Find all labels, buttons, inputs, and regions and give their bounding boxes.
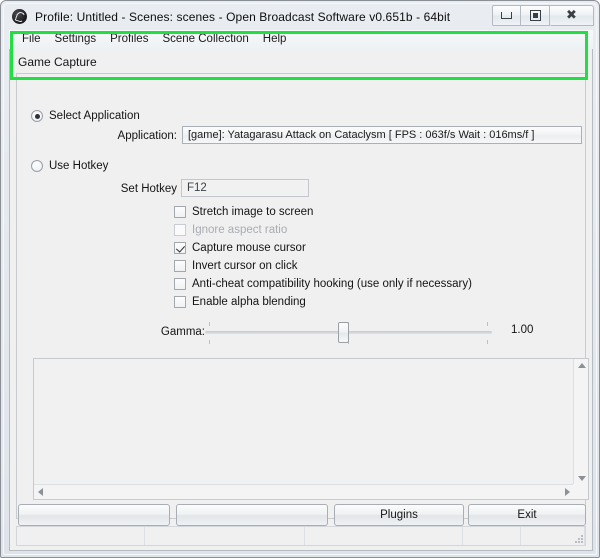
checkbox-invert-cursor-on-click[interactable]: Invert cursor on click xyxy=(174,260,297,272)
menu-item-settings[interactable]: Settings xyxy=(48,31,104,48)
maximize-icon xyxy=(529,10,541,21)
radio-use-hotkey[interactable]: Use Hotkey xyxy=(31,160,108,172)
application-label: Application: xyxy=(117,130,177,142)
title-bar: Profile: Untitled - Scenes: scenes - Ope… xyxy=(5,4,597,29)
window-title: Profile: Untitled - Scenes: scenes - Ope… xyxy=(35,9,451,24)
minimize-button[interactable] xyxy=(492,5,521,26)
resize-grip-icon[interactable] xyxy=(573,533,583,543)
radio-select-application[interactable]: Select Application xyxy=(31,110,140,122)
radio-use-hotkey-label: Use Hotkey xyxy=(49,160,109,172)
close-button[interactable]: ✖ xyxy=(550,5,594,26)
set-hotkey-input[interactable]: F12 xyxy=(181,179,309,197)
footer-button-two[interactable] xyxy=(176,504,328,526)
status-segment xyxy=(463,527,521,545)
checkbox-anti-cheat-compatibility-hooking[interactable]: Anti-cheat compatibility hooking (use on… xyxy=(174,278,472,290)
slider-tick xyxy=(487,340,488,344)
checkbox-label: Stretch image to screen xyxy=(192,206,314,218)
radio-select-application-label: Select Application xyxy=(49,110,140,122)
minimize-icon xyxy=(501,12,512,19)
checkbox-enable-alpha-blending[interactable]: Enable alpha blending xyxy=(174,296,306,308)
menu-item-scene-collection[interactable]: Scene Collection xyxy=(155,31,255,48)
gamma-slider-thumb[interactable] xyxy=(338,322,349,343)
checkbox-stretch-image-to-screen[interactable]: Stretch image to screen xyxy=(174,206,313,218)
scrollbar-corner xyxy=(573,484,588,499)
menu-item-help[interactable]: Help xyxy=(256,31,294,48)
application-combobox[interactable]: [game]: Yatagarasu Attack on Cataclysm [… xyxy=(182,126,582,144)
menu-item-profiles[interactable]: Profiles xyxy=(103,31,155,48)
menu-item-file[interactable]: File xyxy=(15,31,48,48)
gamma-value: 1.00 xyxy=(511,324,534,336)
vertical-scrollbar[interactable] xyxy=(573,359,588,485)
radio-select-application-indicator xyxy=(31,110,43,122)
checkbox-indicator xyxy=(174,242,186,254)
slider-tick xyxy=(209,322,210,326)
checkbox-indicator xyxy=(174,224,186,236)
gamma-slider[interactable] xyxy=(205,320,492,346)
preview-list-area[interactable] xyxy=(33,358,589,500)
exit-button[interactable]: Exit xyxy=(468,504,586,526)
footer-button-one[interactable] xyxy=(18,504,170,526)
status-segment xyxy=(305,527,463,545)
checkbox-ignore-aspect-ratio: Ignore aspect ratio xyxy=(174,224,287,236)
client-area: Game Capture Select Application Applicat… xyxy=(9,49,593,551)
tab-game-capture[interactable]: Game Capture xyxy=(18,55,97,69)
checkbox-label: Ignore aspect ratio xyxy=(192,224,288,236)
set-hotkey-label: Set Hotkey xyxy=(120,183,177,195)
plugins-button[interactable]: Plugins xyxy=(334,504,464,526)
window-controls: ✖ xyxy=(492,5,594,26)
checkbox-indicator xyxy=(174,260,186,272)
checkbox-indicator xyxy=(174,206,186,218)
slider-tick xyxy=(209,340,210,344)
checkbox-indicator xyxy=(174,296,186,308)
status-segment xyxy=(17,527,145,545)
scroll-right-arrow-icon[interactable] xyxy=(565,488,570,496)
maximize-button[interactable] xyxy=(521,5,550,26)
gamma-label: Gamma: xyxy=(160,326,205,338)
checkbox-label: Invert cursor on click xyxy=(192,260,298,272)
checkbox-indicator xyxy=(174,278,186,290)
menu-bar: File Settings Profiles Scene Collection … xyxy=(9,30,593,49)
horizontal-scrollbar[interactable] xyxy=(34,484,574,499)
close-icon: ✖ xyxy=(566,8,577,23)
slider-tick xyxy=(487,322,488,326)
checkbox-label: Capture mouse cursor xyxy=(192,242,306,254)
checkbox-label: Anti-cheat compatibility hooking (use on… xyxy=(192,278,472,290)
checkbox-label: Enable alpha blending xyxy=(192,296,306,308)
scroll-up-arrow-icon[interactable] xyxy=(578,363,586,368)
obs-logo-icon xyxy=(12,9,27,24)
scroll-left-arrow-icon[interactable] xyxy=(38,488,43,496)
game-capture-panel: Select Application Application: [game]: … xyxy=(16,73,589,519)
scroll-down-arrow-icon[interactable] xyxy=(578,476,586,481)
status-bar xyxy=(16,526,586,546)
obs-main-window: Profile: Untitled - Scenes: scenes - Ope… xyxy=(0,0,600,558)
checkbox-capture-mouse-cursor[interactable]: Capture mouse cursor xyxy=(174,242,306,254)
status-segment xyxy=(145,527,305,545)
radio-use-hotkey-indicator xyxy=(31,160,43,172)
